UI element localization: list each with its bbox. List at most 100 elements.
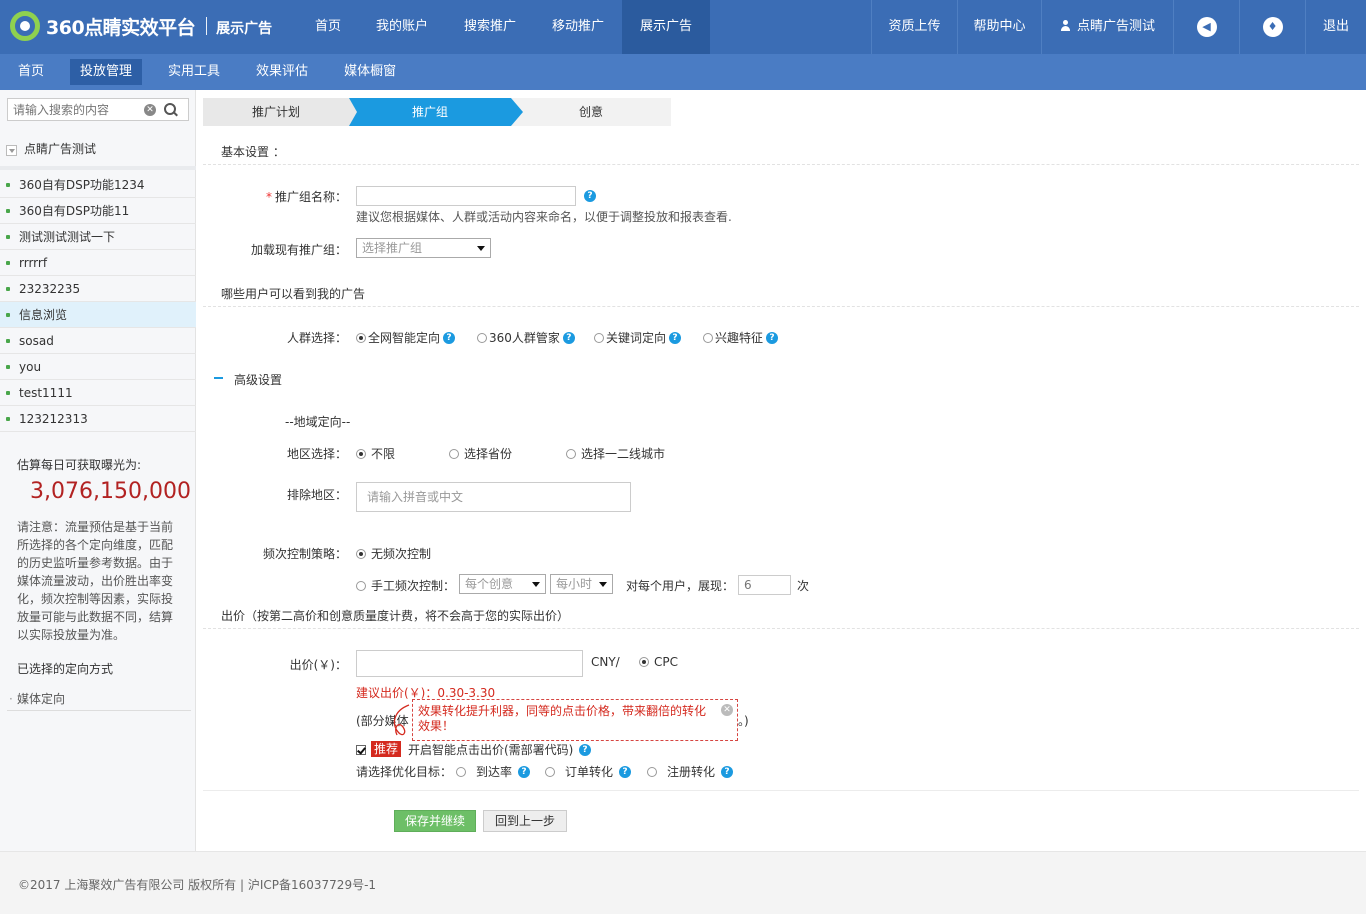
load-group-select[interactable]: 选择推广组 [356, 238, 491, 258]
radio-button[interactable] [594, 332, 604, 343]
logo-divider [206, 17, 208, 35]
frequency-period-select[interactable]: 每小时 [550, 574, 613, 594]
radio-button[interactable] [477, 332, 487, 343]
crowd-option-keyword[interactable]: 关键词定向? [594, 329, 682, 346]
nav-my-account[interactable]: 我的账户 [358, 0, 446, 54]
sidebar-search-input[interactable] [13, 101, 141, 118]
list-item[interactable]: sosad [0, 328, 196, 354]
smart-bid-label: 开启智能点击出价(需部署代码) [408, 743, 574, 757]
logout-link[interactable]: 退出 [1305, 0, 1366, 54]
radio-button[interactable] [639, 657, 649, 667]
optimize-label: 请选择优化目标： [356, 765, 453, 779]
collapse-icon[interactable] [214, 377, 223, 379]
exclude-region-input[interactable] [356, 482, 631, 512]
crowd-option-smart[interactable]: 全网智能定向? [356, 329, 456, 346]
help-icon[interactable]: ? [766, 331, 779, 344]
frequency-count-input[interactable] [738, 575, 791, 595]
radio-button[interactable] [703, 332, 713, 343]
list-item[interactable]: 测试测试测试一下 [0, 224, 196, 250]
user-menu[interactable]: 点睛广告测试 [1041, 0, 1173, 54]
save-continue-button[interactable]: 保存并继续 [394, 810, 476, 832]
optimize-option-register[interactable]: 注册转化? [647, 763, 734, 780]
selected-targeting-item: 媒体定向 [7, 689, 191, 711]
estimate-note: 请注意：流量预估是基于当前所选择的各个定向维度，匹配的历史监听量参考数据。由于媒… [17, 520, 174, 642]
crowd-option-interest[interactable]: 兴趣特征? [703, 329, 779, 346]
account-tree-root[interactable]: 点睛广告测试 [0, 135, 196, 165]
radio-button[interactable] [545, 766, 555, 777]
help-icon[interactable]: ? [518, 765, 531, 778]
group-name-input[interactable] [356, 186, 576, 206]
nav-mobile-promotion[interactable]: 移动推广 [534, 0, 622, 54]
frequency-scope-select[interactable]: 每个创意 [459, 574, 546, 594]
tips-button[interactable]: ♦ [1239, 0, 1305, 54]
help-icon[interactable]: ? [562, 331, 575, 344]
radio-button[interactable] [449, 448, 459, 459]
bid-title: 出价（按第二高价和创意质量度计费，将不会高于您的实际出价） [221, 609, 570, 623]
clear-icon[interactable]: ✕ [144, 104, 156, 116]
radio-button[interactable] [356, 332, 366, 343]
notice-button[interactable]: ◀ [1173, 0, 1239, 54]
radio-button[interactable] [456, 766, 466, 777]
radio-button[interactable] [356, 580, 366, 591]
geo-targeting-title: --地域定向-- [285, 415, 351, 429]
logo[interactable]: 360点睛实效平台 展示广告 [10, 10, 272, 42]
dropdown-arrow-icon [532, 582, 540, 587]
help-icon[interactable]: ? [721, 765, 734, 778]
help-center-link[interactable]: 帮助中心 [957, 0, 1041, 54]
bid-input[interactable] [356, 650, 583, 677]
back-button[interactable]: 回到上一步 [483, 810, 567, 832]
list-item-active[interactable]: 信息浏览 [0, 302, 196, 328]
optimize-option-arrival[interactable]: 到达率? [456, 763, 531, 780]
list-item[interactable]: test1111 [0, 380, 196, 406]
help-icon[interactable]: ? [669, 331, 682, 344]
frequency-option-manual[interactable]: 手工频次控制： [356, 577, 455, 594]
list-item[interactable]: 360自有DSP功能11 [0, 198, 196, 224]
subnav-media-showcase[interactable]: 媒体橱窗 [334, 59, 406, 85]
advanced-settings-title[interactable]: 高级设置 [234, 371, 282, 388]
radio-button[interactable] [647, 766, 657, 777]
dropdown-arrow-icon [477, 246, 485, 251]
qualification-upload-link[interactable]: 资质上传 [871, 0, 957, 54]
region-option-unlimited[interactable]: 不限 [356, 445, 395, 462]
nav-home[interactable]: 首页 [298, 0, 358, 54]
radio-button[interactable] [356, 448, 366, 459]
frequency-option-none[interactable]: 无频次控制 [356, 545, 431, 562]
list-item[interactable]: rrrrrf [0, 250, 196, 276]
help-icon[interactable]: ? [584, 190, 596, 202]
nav-display-ads[interactable]: 展示广告 [622, 0, 710, 54]
step-ad-group: 推广组 [349, 98, 523, 126]
region-option-province[interactable]: 选择省份 [449, 445, 512, 462]
help-icon[interactable]: ? [619, 765, 632, 778]
sidebar-divider [0, 166, 196, 170]
chevron-down-icon[interactable] [6, 145, 17, 156]
frequency-label: 频次控制策略： [262, 547, 347, 561]
help-icon[interactable]: ? [579, 744, 591, 756]
tooltip-pointer-icon [393, 704, 410, 736]
help-icon[interactable]: ? [443, 331, 456, 344]
subnav-effect-evaluation[interactable]: 效果评估 [246, 59, 318, 85]
search-icon[interactable] [163, 102, 179, 118]
frequency-per-user-label: 对每个用户，展现： [626, 579, 735, 593]
subnav-home[interactable]: 首页 [8, 59, 54, 85]
close-icon[interactable]: ✕ [721, 704, 733, 716]
radio-button[interactable] [566, 448, 576, 459]
smart-bid-checkbox[interactable] [356, 745, 366, 755]
footer: ©2017 上海聚效广告有限公司 版权所有 | 沪ICP备16037729号-1 [0, 851, 1366, 914]
list-item[interactable]: 23232235 [0, 276, 196, 302]
list-item[interactable]: 360自有DSP功能1234 [0, 172, 196, 198]
sidebar: ✕ 点睛广告测试 360自有DSP功能1234 360自有DSP功能11 测试测… [0, 90, 196, 851]
logo-text: 360点睛实效平台 [46, 16, 196, 39]
optimize-option-order[interactable]: 订单转化? [545, 763, 632, 780]
region-option-tier-cities[interactable]: 选择一二线城市 [566, 445, 665, 462]
divider [203, 306, 1359, 307]
list-item[interactable]: you [0, 354, 196, 380]
bid-mode-cpc[interactable]: CPC [639, 655, 678, 669]
nav-search-promotion[interactable]: 搜索推广 [446, 0, 534, 54]
account-name: 点睛广告测试 [24, 142, 97, 156]
bid-label: 出价(￥)： [289, 658, 347, 672]
radio-button[interactable] [356, 548, 366, 559]
crowd-option-360[interactable]: 360人群管家? [477, 329, 575, 346]
subnav-tools[interactable]: 实用工具 [158, 59, 230, 85]
list-item[interactable]: 123212313 [0, 406, 196, 432]
subnav-campaign-management[interactable]: 投放管理 [70, 59, 143, 85]
